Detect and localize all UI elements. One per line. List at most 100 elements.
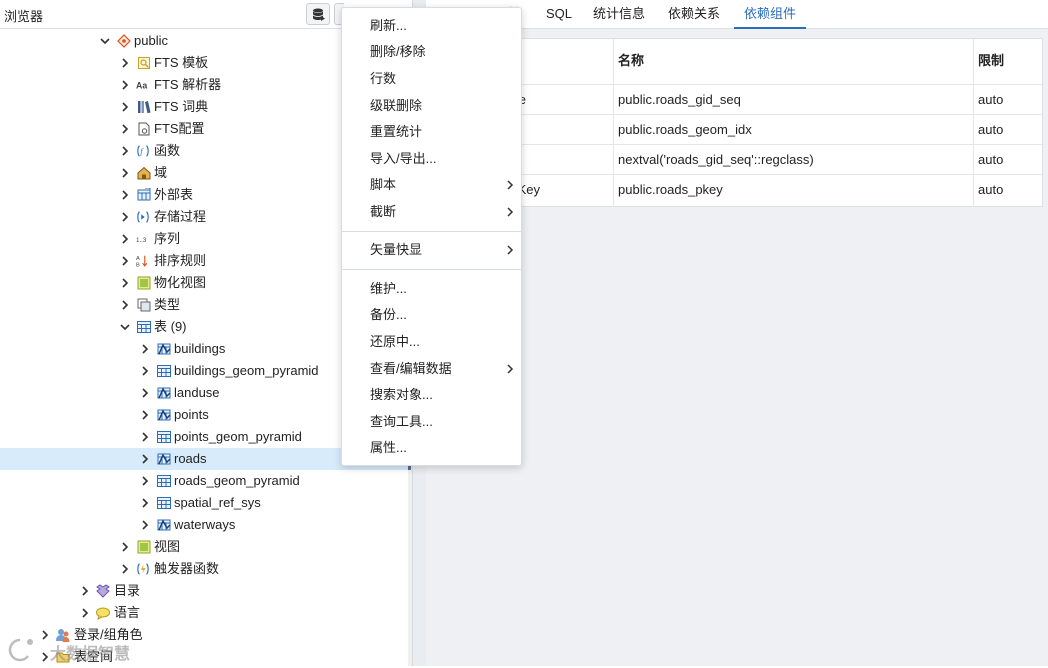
watermark-logo-icon xyxy=(8,638,33,662)
menu-item-import-export[interactable]: 导入/导出... xyxy=(342,146,521,172)
chevron-right-icon[interactable] xyxy=(118,184,132,206)
watermark: 大数据智慧 xyxy=(6,634,146,664)
chevron-right-icon[interactable] xyxy=(138,338,152,360)
tab-sql[interactable]: SQL xyxy=(536,0,582,29)
chevron-right-icon[interactable] xyxy=(138,382,152,404)
svg-text:A: A xyxy=(136,256,140,262)
menu-item-scripts[interactable]: 脚本 xyxy=(342,172,521,198)
tab-dependents[interactable]: 依赖组件 xyxy=(734,0,807,29)
chevron-down-icon[interactable] xyxy=(98,30,112,52)
language-icon xyxy=(96,607,110,620)
function-icon: f xyxy=(137,145,149,157)
tree-item-label: roads_geom_pyramid xyxy=(174,473,300,488)
view-icon xyxy=(137,540,151,554)
tree-item-label: 序列 xyxy=(154,231,181,246)
menu-item-delete-cascade[interactable]: 级联删除 xyxy=(342,93,521,119)
chevron-right-icon[interactable] xyxy=(118,206,132,228)
cell-restriction: auto xyxy=(978,92,1004,107)
tree-item-label: points_geom_pyramid xyxy=(174,429,302,444)
tree-item-views[interactable]: 视图 xyxy=(0,536,408,558)
menu-item-restore[interactable]: 还原中... xyxy=(342,329,521,355)
chevron-right-icon[interactable] xyxy=(78,580,92,602)
chevron-right-icon[interactable] xyxy=(138,448,152,470)
tree-item-label: 目录 xyxy=(114,583,141,598)
context-menu: 刷新... 删除/移除 行数 级联删除 重置统计 导入/导出... 脚本 截断 … xyxy=(341,7,522,466)
spatial-table-icon xyxy=(157,453,171,465)
cell-name: public.roads_pkey xyxy=(614,175,974,206)
table-icon xyxy=(157,475,171,487)
chevron-down-icon[interactable] xyxy=(118,316,132,338)
menu-item-maintenance[interactable]: 维护... xyxy=(342,276,521,302)
tree-item-trigger-functions[interactable]: 触发器函数 xyxy=(0,558,408,580)
tree-item-label: 域 xyxy=(154,165,168,180)
object-explorer-button[interactable] xyxy=(306,3,330,25)
svg-text:Aa: Aa xyxy=(136,81,147,91)
schema-icon xyxy=(117,34,131,48)
menu-item-label: 查看/编辑数据 xyxy=(370,361,452,376)
tree-item-label: 函数 xyxy=(154,143,181,158)
chevron-right-icon[interactable] xyxy=(118,294,132,316)
cell-restriction: auto xyxy=(978,122,1004,137)
chevron-right-icon[interactable] xyxy=(138,514,152,536)
tree-item-label: 存储过程 xyxy=(154,209,207,224)
tree-item-label: public xyxy=(134,33,168,48)
chevron-right-icon[interactable] xyxy=(138,492,152,514)
chevron-right-icon[interactable] xyxy=(118,118,132,140)
chevron-right-icon[interactable] xyxy=(138,360,152,382)
header-name[interactable]: 名称 xyxy=(614,39,974,84)
menu-item-reset-statistics[interactable]: 重置统计 xyxy=(342,119,521,145)
tree-item-label: FTS 词典 xyxy=(154,99,209,114)
menu-item-vector-preview[interactable]: 矢量快显 xyxy=(342,237,521,263)
browser-title: 浏览器 xyxy=(4,9,44,24)
chevron-right-icon[interactable] xyxy=(118,74,132,96)
svg-text:1..3: 1..3 xyxy=(136,237,147,244)
database-icon xyxy=(312,8,325,21)
tree-item-table-roads-geom-pyramid[interactable]: roads_geom_pyramid xyxy=(0,470,408,492)
spatial-table-icon xyxy=(157,387,171,399)
svg-text:B: B xyxy=(136,263,140,268)
chevron-right-icon[interactable] xyxy=(118,250,132,272)
chevron-right-icon[interactable] xyxy=(118,162,132,184)
materialized-view-icon xyxy=(137,276,151,290)
tree-item-label: waterways xyxy=(174,517,236,532)
chevron-right-icon[interactable] xyxy=(118,272,132,294)
tree-item-label: spatial_ref_sys xyxy=(174,495,261,510)
menu-item-delete[interactable]: 删除/移除 xyxy=(342,39,521,65)
chevron-right-icon[interactable] xyxy=(118,52,132,74)
tree-item-label: FTS 解析器 xyxy=(154,77,222,92)
chevron-right-icon[interactable] xyxy=(138,470,152,492)
menu-item-search-objects[interactable]: 搜索对象... xyxy=(342,382,521,408)
menu-item-query-tool[interactable]: 查询工具... xyxy=(342,409,521,435)
tab-statistics[interactable]: 统计信息 xyxy=(583,0,655,29)
tree-item-label: 触发器函数 xyxy=(154,561,220,576)
chevron-right-icon[interactable] xyxy=(118,140,132,162)
chevron-right-icon[interactable] xyxy=(78,602,92,624)
chevron-right-icon[interactable] xyxy=(118,536,132,558)
menu-item-backup[interactable]: 备份... xyxy=(342,302,521,328)
tree-item-table-waterways[interactable]: waterways xyxy=(0,514,408,536)
menu-item-count-rows[interactable]: 行数 xyxy=(342,66,521,92)
cell-name: public.roads_geom_idx xyxy=(614,115,974,144)
menu-item-view-edit-data[interactable]: 查看/编辑数据 xyxy=(342,356,521,382)
tree-item-table-spatial-ref-sys[interactable]: spatial_ref_sys xyxy=(0,492,408,514)
chevron-right-icon[interactable] xyxy=(118,558,132,580)
tree-item-catalogs[interactable]: 目录 xyxy=(0,580,408,602)
spatial-table-icon xyxy=(157,343,171,355)
cell-name: nextval('roads_gid_seq'::regclass) xyxy=(614,145,974,174)
chevron-right-icon[interactable] xyxy=(138,426,152,448)
menu-item-refresh[interactable]: 刷新... xyxy=(342,13,521,39)
fts-template-icon xyxy=(138,57,150,69)
tree-item-label: roads xyxy=(174,451,207,466)
chevron-right-icon[interactable] xyxy=(118,96,132,118)
header-restriction[interactable]: 限制 xyxy=(974,39,1042,84)
catalog-icon xyxy=(96,584,110,598)
chevron-right-icon[interactable] xyxy=(138,404,152,426)
menu-item-label: 矢量快显 xyxy=(370,242,423,257)
chevron-right-icon[interactable] xyxy=(118,228,132,250)
tree-item-label: 排序规则 xyxy=(154,253,207,268)
menu-item-properties[interactable]: 属性... xyxy=(342,435,521,461)
tree-item-languages[interactable]: 语言 xyxy=(0,602,408,624)
menu-item-truncate[interactable]: 截断 xyxy=(342,199,521,225)
tab-dependencies[interactable]: 依赖关系 xyxy=(658,0,730,29)
submenu-arrow-icon xyxy=(505,199,515,225)
